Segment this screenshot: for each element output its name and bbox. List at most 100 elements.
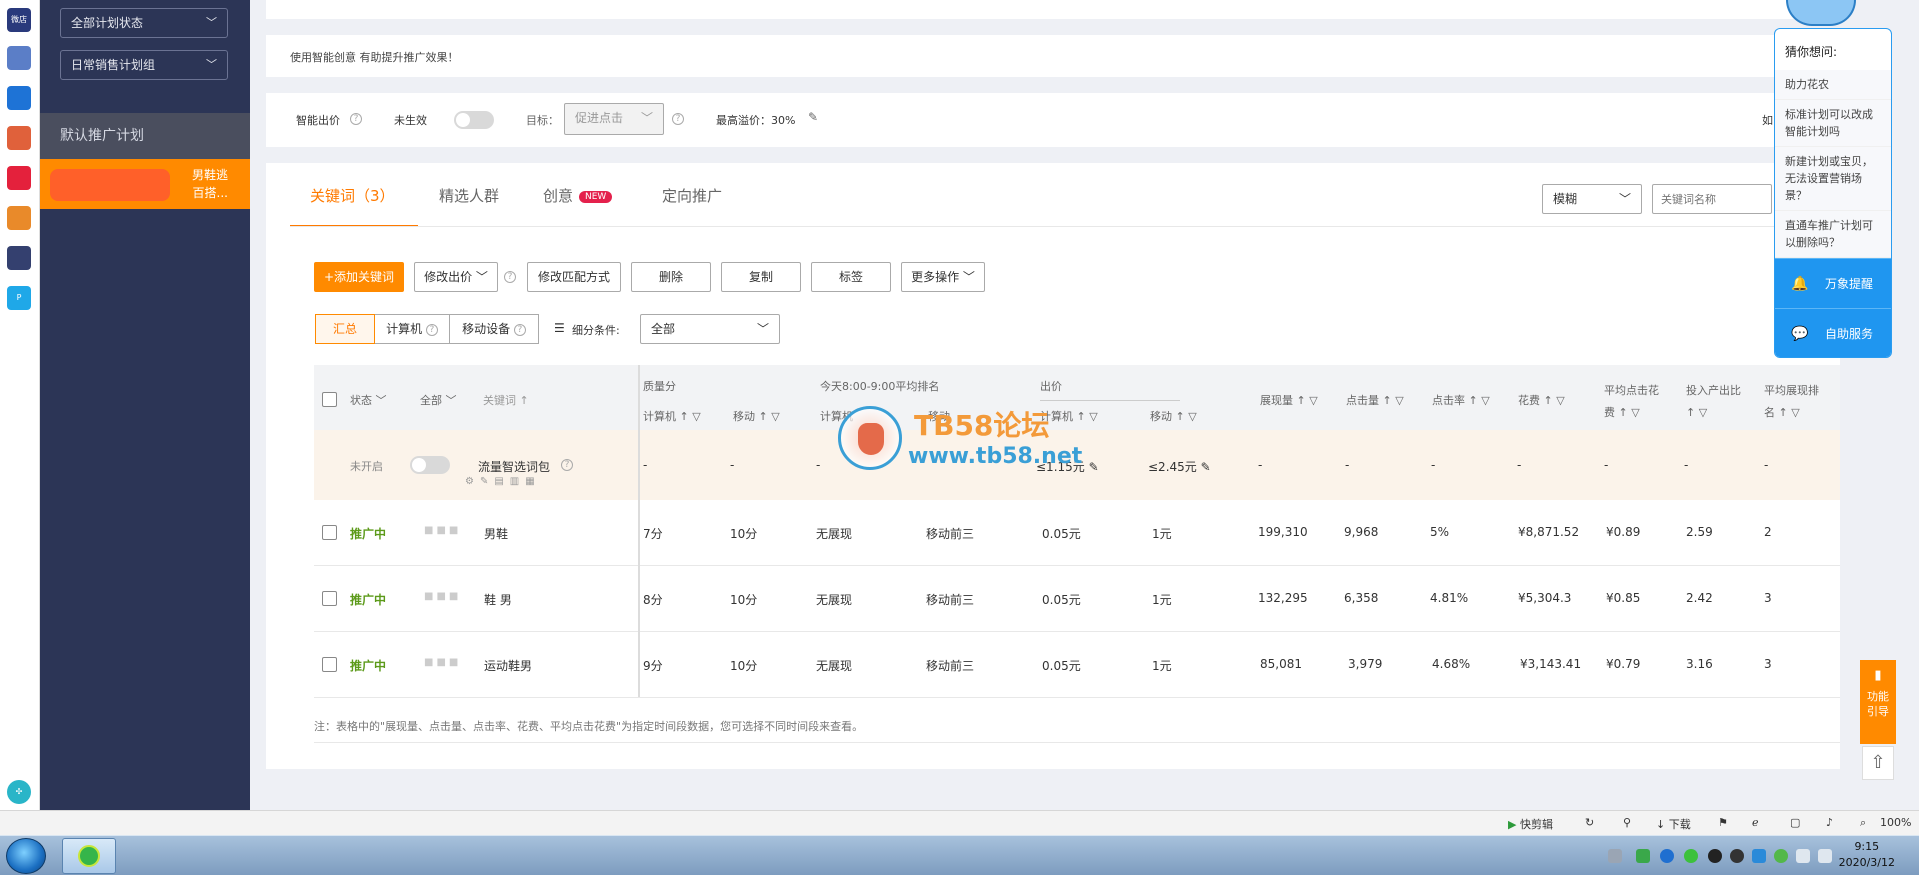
header-avg-rank[interactable]: 平均展现排名 ↑ ▽ bbox=[1764, 380, 1819, 424]
tray-360-icon[interactable] bbox=[1774, 849, 1788, 863]
add-keyword-button[interactable]: +添加关键词 bbox=[314, 262, 404, 292]
row-bid-mobile[interactable]: 1元 bbox=[1152, 657, 1172, 674]
header-status[interactable]: 状态 ﹀ bbox=[350, 392, 387, 408]
tray-green-icon[interactable] bbox=[1636, 849, 1650, 863]
feature-guide-button[interactable]: ▮ 功能引导 bbox=[1860, 660, 1896, 744]
header-all-filter[interactable]: 全部 ﹀ bbox=[420, 392, 457, 408]
back-to-top-button[interactable]: ⇧ bbox=[1862, 746, 1894, 780]
header-avg-cpc[interactable]: 平均点击花费 ↑ ▽ bbox=[1604, 380, 1659, 424]
app-icon-5[interactable] bbox=[7, 166, 31, 190]
package-bid-pc[interactable]: ≤1.15元 ✎ bbox=[1036, 458, 1099, 475]
help-icon[interactable]: ? bbox=[561, 459, 573, 471]
view-computer[interactable]: 计算机 ? bbox=[374, 314, 450, 344]
app-icon-6[interactable] bbox=[7, 206, 31, 230]
modify-match-button[interactable]: 修改匹配方式 bbox=[527, 262, 621, 292]
edit-icon[interactable]: ✎ bbox=[808, 110, 818, 124]
help-question[interactable]: 助力花农 bbox=[1775, 70, 1891, 100]
window-icon[interactable]: ▢ bbox=[1790, 816, 1800, 829]
target-select[interactable]: 促进点击 ﹀ bbox=[564, 103, 664, 135]
match-mode-select[interactable]: 模糊 ﹀ bbox=[1542, 184, 1642, 214]
row-bid-pc[interactable]: 0.05元 bbox=[1042, 591, 1081, 608]
header-ctr[interactable]: 点击率 ↑ ▽ bbox=[1432, 392, 1490, 408]
keyword-search-input[interactable] bbox=[1652, 184, 1772, 214]
header-bid-mobile[interactable]: 移动 ↑ ▽ bbox=[1150, 408, 1197, 424]
package-tool-icons[interactable]: ⚙✎▤▥▦ bbox=[465, 476, 541, 487]
zoom-level[interactable]: 100% bbox=[1880, 816, 1911, 829]
start-button[interactable] bbox=[6, 838, 46, 874]
view-mobile[interactable]: 移动设备 ? bbox=[449, 314, 539, 344]
plan-group-select[interactable]: 日常销售计划组 ﹀ bbox=[60, 50, 228, 80]
row-bid-pc[interactable]: 0.05元 bbox=[1042, 525, 1081, 542]
package-bid-mobile[interactable]: ≤2.45元 ✎ bbox=[1148, 458, 1211, 475]
copy-button[interactable]: 复制 bbox=[721, 262, 801, 292]
help-question[interactable]: 直通车推广计划可以删除吗？ bbox=[1775, 211, 1891, 258]
app-icon-2[interactable] bbox=[7, 46, 31, 70]
tray-network-icon[interactable] bbox=[1818, 849, 1832, 863]
row-bid-pc[interactable]: 0.05元 bbox=[1042, 657, 1081, 674]
ie-icon[interactable]: ℯ bbox=[1752, 816, 1759, 829]
flag-icon[interactable]: ⚑ bbox=[1718, 816, 1728, 829]
row-checkbox[interactable] bbox=[322, 525, 337, 540]
plan-status-select[interactable]: 全部计划状态 ﹀ bbox=[60, 8, 228, 38]
header-keyword[interactable]: 关键词 ↑ bbox=[483, 392, 529, 408]
tab-creative[interactable]: 创意 NEW bbox=[543, 185, 613, 206]
app-icon-1[interactable]: 微店 bbox=[7, 8, 31, 32]
header-quality-computer[interactable]: 计算机 ↑ ▽ bbox=[643, 408, 701, 424]
tray-keyboard-icon[interactable] bbox=[1608, 849, 1622, 863]
more-actions-button[interactable]: 更多操作 ﹀ bbox=[901, 262, 985, 292]
help-icon[interactable]: ? bbox=[672, 113, 684, 125]
taskbar-browser[interactable] bbox=[62, 838, 116, 874]
smart-bid-toggle[interactable] bbox=[454, 111, 494, 129]
row-checkbox[interactable] bbox=[322, 657, 337, 672]
header-cost[interactable]: 花费 ↑ ▽ bbox=[1518, 392, 1565, 408]
tray-volume-icon[interactable] bbox=[1796, 849, 1810, 863]
network-icon[interactable]: ✣ bbox=[7, 780, 31, 804]
tray-qq2-icon[interactable] bbox=[1730, 849, 1744, 863]
tray-qq-icon[interactable] bbox=[1708, 849, 1722, 863]
row-bid-mobile[interactable]: 1元 bbox=[1152, 525, 1172, 542]
breakdown-select[interactable]: 全部 ﹀ bbox=[640, 314, 780, 344]
row-keyword[interactable]: 鞋 男 bbox=[484, 591, 512, 608]
row-keyword[interactable]: 运动鞋男 bbox=[484, 657, 532, 674]
refresh-icon[interactable]: ↻ bbox=[1585, 816, 1594, 829]
app-icon-4[interactable] bbox=[7, 126, 31, 150]
row-bid-mobile[interactable]: 1元 bbox=[1152, 591, 1172, 608]
header-bid-computer[interactable]: 计算机 ↑ ▽ bbox=[1040, 408, 1098, 424]
help-question[interactable]: 新建计划或宝贝，无法设置营销场景？ bbox=[1775, 147, 1891, 211]
sidebar-item-plan[interactable]: 男鞋逃 百搭... bbox=[40, 159, 250, 209]
tab-crowd[interactable]: 精选人群 bbox=[439, 185, 499, 206]
package-toggle[interactable] bbox=[410, 456, 450, 474]
download-button[interactable]: ↓ 下载 bbox=[1656, 816, 1691, 832]
sound-icon[interactable]: ♪ bbox=[1826, 816, 1833, 829]
modify-bid-button[interactable]: 修改出价 ﹀ bbox=[414, 262, 498, 292]
app-icon-3[interactable] bbox=[7, 86, 31, 110]
header-roi[interactable]: 投入产出比 ↑ ▽ bbox=[1686, 380, 1741, 424]
tray-wechat-icon[interactable] bbox=[1684, 849, 1698, 863]
header-clicks[interactable]: 点击量 ↑ ▽ bbox=[1346, 392, 1404, 408]
plan-group-label[interactable]: 默认推广计划 bbox=[40, 113, 250, 159]
help-icon[interactable]: ? bbox=[504, 271, 516, 283]
header-impressions[interactable]: 展现量 ↑ ▽ bbox=[1260, 392, 1318, 408]
header-quality-mobile[interactable]: 移动 ↑ ▽ bbox=[733, 408, 780, 424]
tray-shield-icon[interactable] bbox=[1752, 849, 1766, 863]
row-checkbox[interactable] bbox=[322, 591, 337, 606]
row-keyword[interactable]: 男鞋 bbox=[484, 525, 508, 542]
zoom-icon[interactable]: ⌕ bbox=[1860, 816, 1866, 830]
delete-button[interactable]: 删除 bbox=[631, 262, 711, 292]
mascot-icon[interactable] bbox=[1786, 0, 1856, 26]
taskbar-clock[interactable]: 9:15 2020/3/12 bbox=[1839, 839, 1895, 871]
self-service-button[interactable]: 💬 自助服务 bbox=[1775, 308, 1891, 357]
select-all-checkbox[interactable] bbox=[322, 392, 337, 407]
tab-keywords[interactable]: 关键词（3） bbox=[310, 185, 395, 206]
view-summary[interactable]: 汇总 bbox=[315, 314, 375, 344]
clip-tool[interactable]: ▶ 快剪辑 bbox=[1508, 816, 1553, 832]
help-question[interactable]: 标准计划可以改成智能计划吗 bbox=[1775, 100, 1891, 147]
app-icon-7[interactable] bbox=[7, 246, 31, 270]
reminder-button[interactable]: 🔔 万象提醒 bbox=[1775, 258, 1891, 308]
tab-targeting[interactable]: 定向推广 bbox=[662, 185, 722, 206]
help-icon[interactable]: ? bbox=[350, 113, 362, 125]
tray-blue-icon[interactable] bbox=[1660, 849, 1674, 863]
pin-icon[interactable]: ⚲ bbox=[1623, 816, 1631, 829]
app-icon-8[interactable]: P bbox=[7, 286, 31, 310]
tag-button[interactable]: 标签 bbox=[811, 262, 891, 292]
